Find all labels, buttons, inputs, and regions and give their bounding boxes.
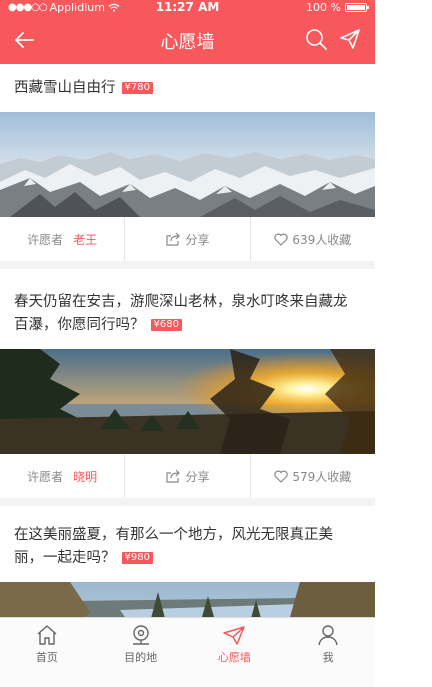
tab-home[interactable]: 首页	[0, 618, 94, 687]
tab-me[interactable]: 我	[281, 618, 375, 687]
card-actions: 许愿者 老王 分享 639人收藏	[0, 217, 375, 269]
wish-card[interactable]: 春天仍留在安吉，游爬深山老林，泉水叮咚来自藏龙百瀑，你愿同行吗？ ¥680 许愿…	[0, 269, 375, 506]
author-name[interactable]: 晓明	[73, 468, 97, 485]
tab-label: 我	[322, 651, 334, 664]
price-badge: ¥980	[121, 552, 153, 564]
heart-icon	[274, 233, 289, 246]
favorite-count: 579人收藏	[292, 469, 352, 484]
share-button[interactable]: 分享	[125, 217, 251, 261]
wish-title[interactable]: 在这美丽盛夏，有那么一个地方，风光无限真正美丽，一起走吗？ ¥980	[0, 506, 375, 582]
tab-destination[interactable]: 目的地	[94, 618, 188, 687]
price-badge: ¥680	[150, 319, 182, 331]
tab-bar: 首页 目的地 心愿墙 我	[0, 617, 375, 687]
heart-icon	[274, 470, 289, 483]
search-icon[interactable]	[304, 27, 328, 51]
wish-card[interactable]: 西藏雪山自由行 ¥780 许愿者 老王 分享 639人收藏	[0, 64, 375, 269]
battery-fill	[347, 5, 365, 10]
wish-feed[interactable]: 西藏雪山自由行 ¥780 许愿者 老王 分享 639人收藏 春天仍留在安吉，游爬…	[0, 64, 375, 617]
wish-card[interactable]: 在这美丽盛夏，有那么一个地方，风光无限真正美丽，一起走吗？ ¥980	[0, 506, 375, 617]
home-icon	[37, 625, 57, 645]
navigation-bar: 心愿墙	[0, 16, 375, 64]
status-bar: ●●●○○ Applidium 11:27 AM 100 %	[0, 0, 375, 16]
author-info[interactable]: 许愿者 晓明	[0, 454, 126, 498]
share-icon	[166, 469, 181, 483]
author-name[interactable]: 老王	[73, 231, 97, 248]
tab-label: 首页	[35, 651, 58, 664]
share-label: 分享	[185, 469, 210, 484]
price-badge: ¥780	[121, 82, 153, 94]
tab-label: 心愿墙	[217, 651, 251, 664]
battery-icon	[345, 3, 369, 12]
share-button[interactable]: 分享	[125, 454, 251, 498]
send-icon[interactable]	[338, 27, 362, 51]
wish-title[interactable]: 春天仍留在安吉，游爬深山老林，泉水叮咚来自藏龙百瀑，你愿同行吗？ ¥680	[0, 269, 375, 349]
share-label: 分享	[185, 232, 210, 247]
share-icon	[166, 232, 181, 246]
person-icon	[318, 625, 338, 646]
location-icon	[132, 625, 149, 645]
favorite-button[interactable]: 639人收藏	[251, 217, 375, 261]
snowy-mountains-image[interactable]	[0, 112, 375, 217]
tab-wish-wall[interactable]: 心愿墙	[188, 618, 282, 687]
favorite-count: 639人收藏	[292, 232, 352, 247]
battery-percent: 100 %	[306, 1, 341, 14]
wish-title-text: 西藏雪山自由行	[14, 80, 116, 96]
author-info[interactable]: 许愿者 老王	[0, 217, 126, 261]
author-label: 许愿者	[27, 232, 64, 247]
wish-title[interactable]: 西藏雪山自由行 ¥780	[0, 64, 375, 112]
author-label: 许愿者	[27, 469, 64, 484]
battery-info: 100 %	[306, 1, 369, 14]
favorite-button[interactable]: 579人收藏	[251, 454, 375, 498]
paper-plane-icon	[223, 626, 246, 645]
wish-title-text: 在这美丽盛夏，有那么一个地方，风光无限真正美丽，一起走吗？	[14, 527, 333, 566]
sunset-lake-image[interactable]	[0, 349, 375, 454]
tab-label: 目的地	[124, 651, 158, 664]
river-valley-image[interactable]	[0, 582, 375, 617]
app-screen: ●●●○○ Applidium 11:27 AM 100 % 心愿墙 西藏雪山自…	[0, 0, 375, 687]
card-actions: 许愿者 晓明 分享 579人收藏	[0, 454, 375, 506]
